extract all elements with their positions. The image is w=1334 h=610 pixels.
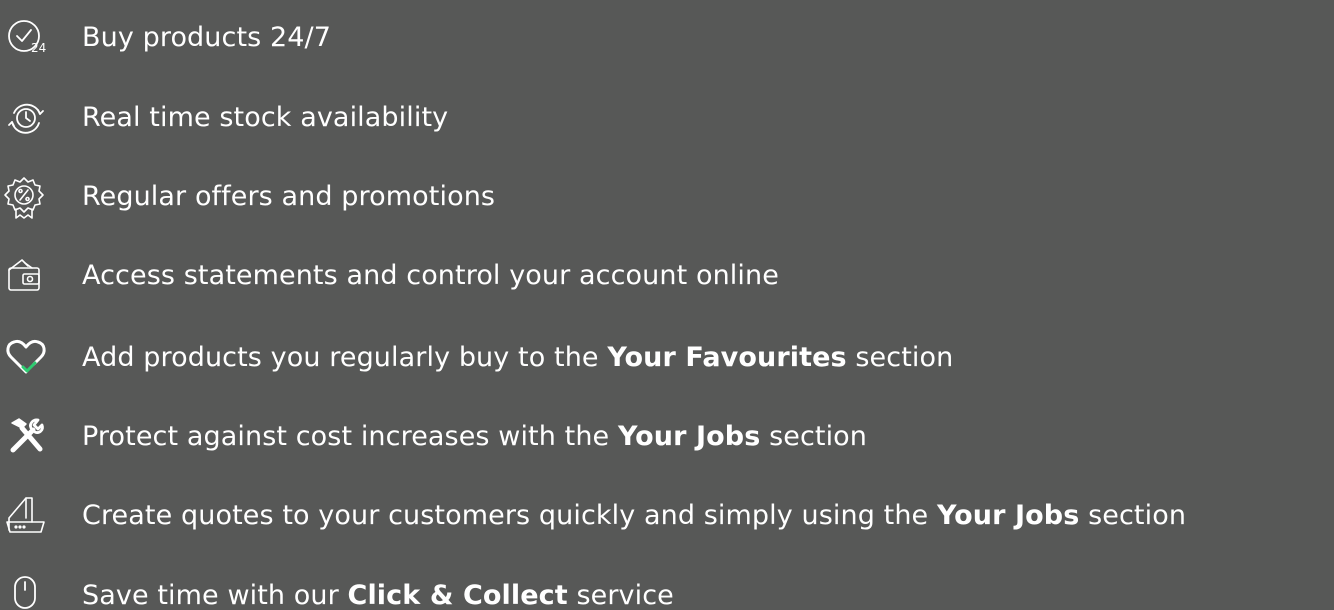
feature-emphasis: Your Jobs (617, 421, 761, 452)
feature-text: Protect against cost increases with the … (82, 420, 867, 454)
feature-text: Regular offers and promotions (82, 180, 495, 214)
feature-text-part: Buy products 24/7 (82, 22, 332, 53)
feature-list: 24 Buy products 24/7 Real time stock ava… (0, 0, 1334, 610)
feature-item-click-collect: Save time with our Click & Collect servi… (0, 572, 1334, 610)
feature-text-part: Access statements and control your accou… (82, 260, 779, 291)
feature-emphasis: Your Favourites (607, 342, 847, 373)
svg-text:24: 24 (31, 41, 46, 55)
feature-text-part: service (567, 580, 674, 610)
feature-text-part: section (1079, 500, 1187, 531)
clock-24-icon: 24 (4, 16, 48, 60)
laptop-quote-icon (4, 494, 48, 538)
feature-text: Save time with our Click & Collect servi… (82, 579, 674, 610)
feature-item-protect-costs: Protect against cost increases with the … (0, 413, 1334, 457)
heart-check-icon (4, 336, 48, 380)
feature-text-part: Save time with our (82, 580, 348, 610)
feature-text: Buy products 24/7 (82, 21, 331, 55)
feature-text-part: Real time stock availability (82, 102, 449, 133)
feature-text-part: section (846, 342, 954, 373)
wallet-icon (4, 254, 48, 298)
feature-text-part: Regular offers and promotions (82, 181, 496, 212)
tools-icon (4, 415, 48, 459)
feature-text: Access statements and control your accou… (82, 259, 779, 293)
feature-text: Create quotes to your customers quickly … (82, 499, 1186, 533)
feature-text: Add products you regularly buy to the Yo… (82, 341, 953, 375)
stock-refresh-clock-icon (4, 96, 48, 140)
feature-item-access-statements: Access statements and control your accou… (0, 252, 1334, 296)
feature-text-part: Create quotes to your customers quickly … (82, 500, 937, 531)
feature-text-part: Protect against cost increases with the (82, 421, 618, 452)
feature-text: Real time stock availability (82, 101, 448, 135)
mouse-icon (4, 574, 48, 610)
feature-item-real-time-stock: Real time stock availability (0, 94, 1334, 138)
feature-item-create-quotes: Create quotes to your customers quickly … (0, 492, 1334, 536)
feature-text-part: section (760, 421, 868, 452)
percent-badge-icon (4, 175, 48, 219)
feature-item-buy-products-24-7: 24 Buy products 24/7 (0, 14, 1334, 58)
feature-item-regular-offers: Regular offers and promotions (0, 173, 1334, 219)
feature-emphasis: Click & Collect (347, 580, 568, 610)
feature-text-part: Add products you regularly buy to the (82, 342, 608, 373)
feature-item-favourites: Add products you regularly buy to the Yo… (0, 334, 1334, 378)
feature-emphasis: Your Jobs (936, 500, 1080, 531)
